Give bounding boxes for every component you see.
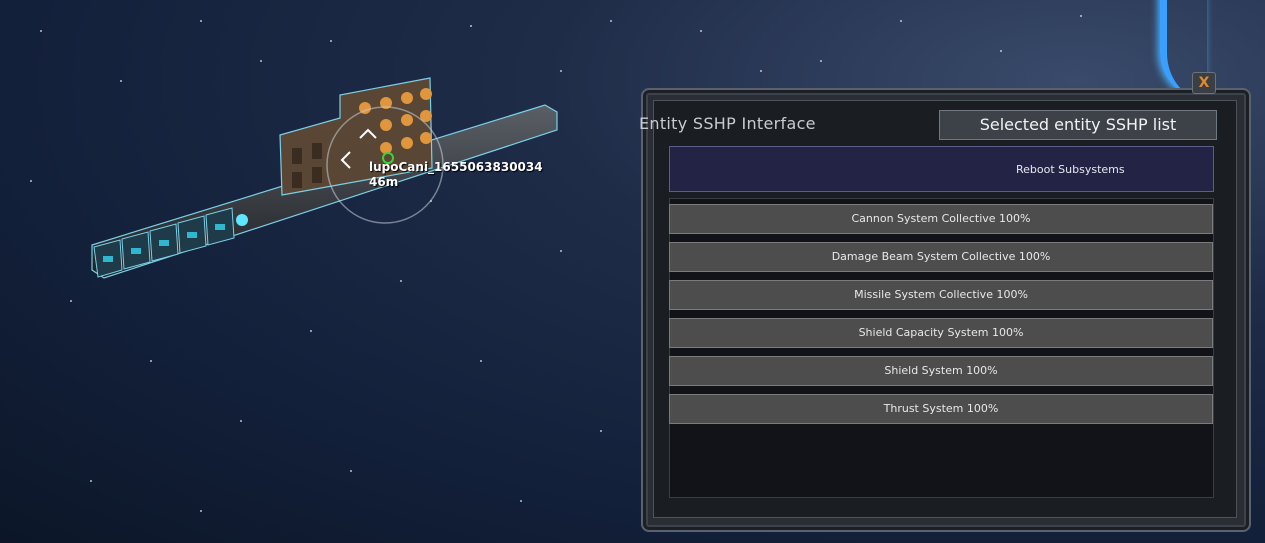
panel-title: Entity SSHP Interface (639, 114, 816, 133)
system-row-shield[interactable]: Shield System 100% (669, 356, 1213, 386)
ship-render[interactable] (0, 0, 640, 320)
ship-name-label: lupoCani_1655063830034 (369, 160, 543, 174)
system-row-damage-beam[interactable]: Damage Beam System Collective 100% (669, 242, 1213, 272)
system-row-thrust[interactable]: Thrust System 100% (669, 394, 1213, 424)
system-row-cannon[interactable]: Cannon System Collective 100% (669, 204, 1213, 234)
system-row-missile[interactable]: Missile System Collective 100% (669, 280, 1213, 310)
tab-selected-entity-list[interactable]: Selected entity SSHP list (939, 110, 1217, 140)
system-row-shield-capacity[interactable]: Shield Capacity System 100% (669, 318, 1213, 348)
close-button[interactable]: X (1192, 72, 1216, 94)
ship-distance-label: 46m (369, 175, 399, 189)
reboot-subsystems-button[interactable]: Reboot Subsystems (669, 146, 1214, 192)
